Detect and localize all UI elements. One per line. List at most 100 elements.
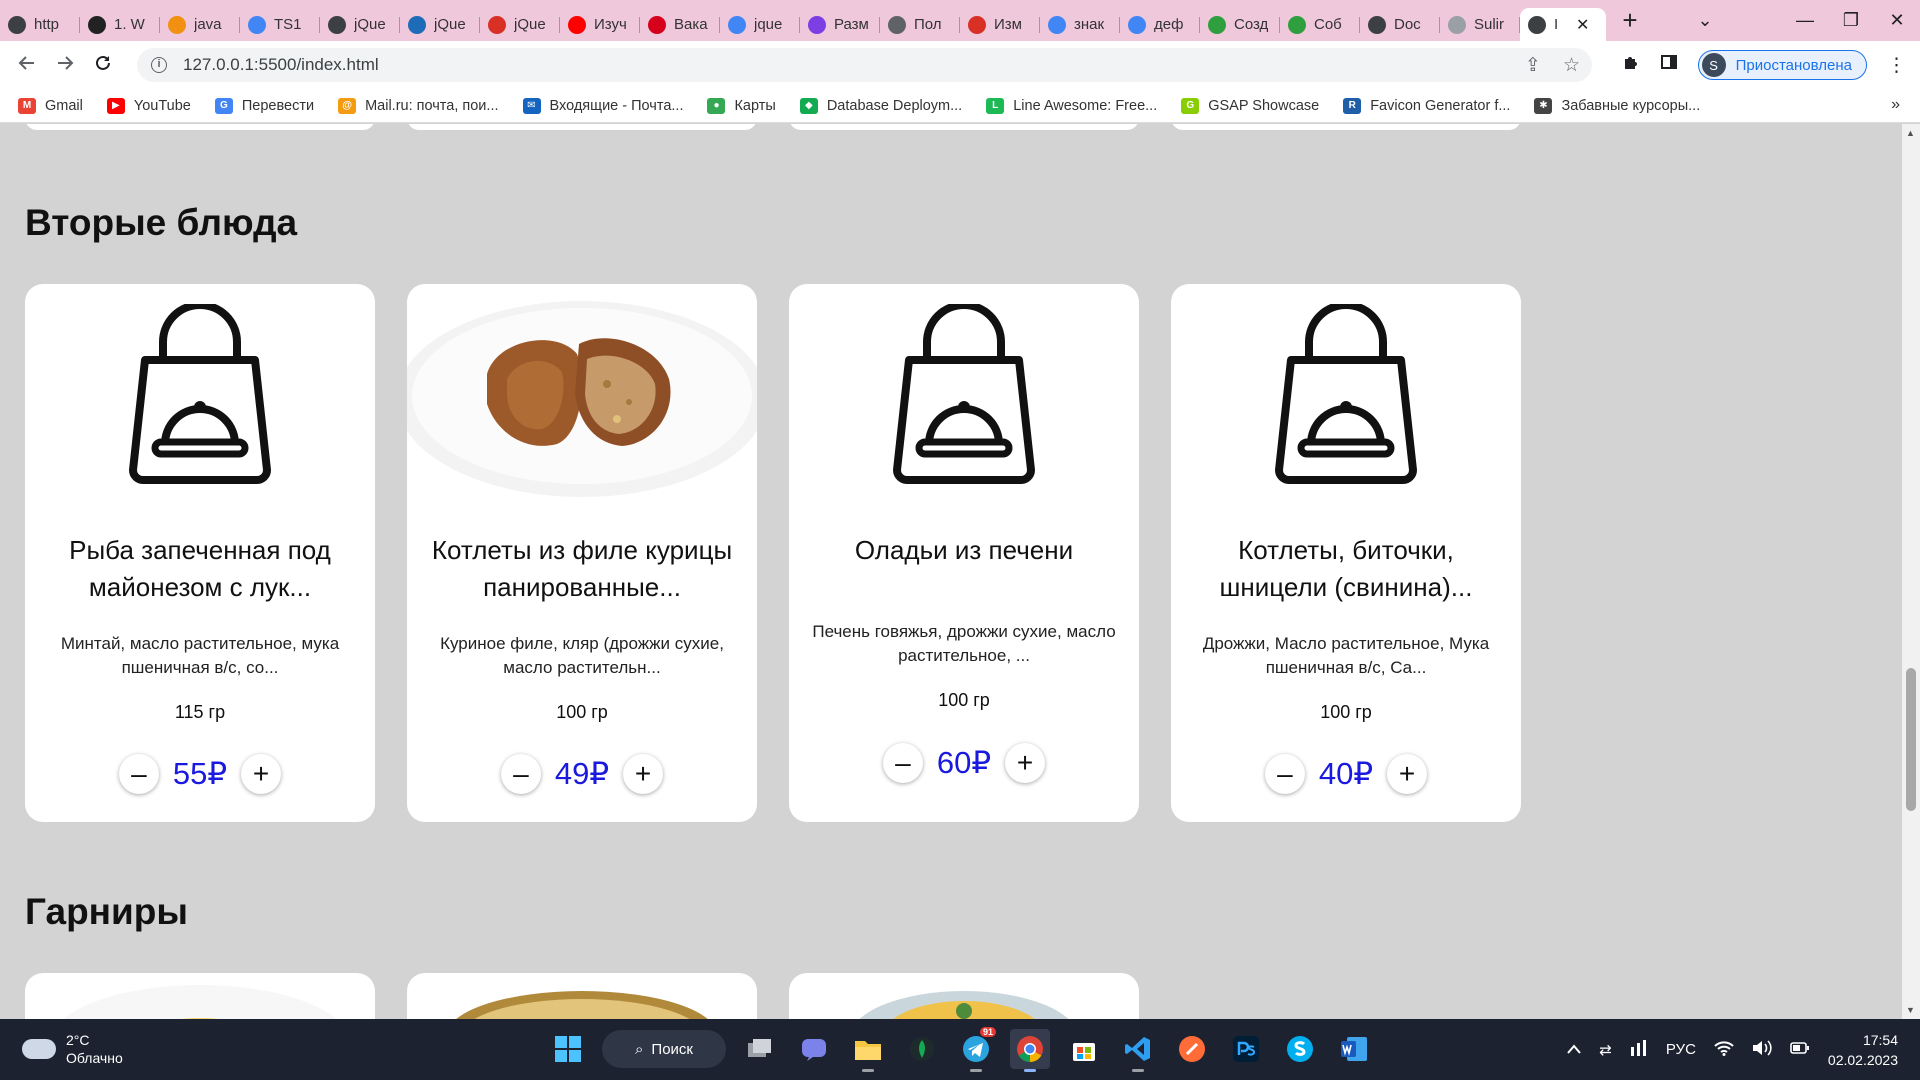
increase-quantity-button[interactable]: + bbox=[623, 754, 664, 794]
show-hidden-icons-chevron-icon[interactable] bbox=[1567, 1041, 1582, 1058]
chrome-app[interactable] bbox=[1010, 1029, 1050, 1072]
inbox-icon: ✉ bbox=[522, 97, 541, 114]
bookmark-item[interactable]: G Перевести bbox=[214, 97, 314, 114]
decrease-quantity-button[interactable]: – bbox=[882, 743, 923, 783]
browser-tab[interactable]: Пол bbox=[880, 8, 960, 41]
profile-button[interactable]: S Приостановлена bbox=[1697, 50, 1867, 80]
wifi-icon[interactable] bbox=[1714, 1040, 1734, 1060]
close-tab-icon[interactable]: ✕ bbox=[1576, 15, 1589, 35]
side-panel-icon[interactable] bbox=[1660, 53, 1678, 77]
vscode-app[interactable] bbox=[1118, 1029, 1158, 1072]
battery-icon[interactable] bbox=[1790, 1041, 1810, 1059]
page-scrollbar[interactable]: ▲ ▼ bbox=[1902, 124, 1920, 1019]
word-app[interactable] bbox=[1334, 1029, 1374, 1069]
address-bar[interactable]: i 127.0.0.1:5500/index.html ⇪ ☆ bbox=[137, 48, 1592, 82]
garnish-card[interactable] bbox=[407, 973, 757, 1019]
browser-tab[interactable]: Изуч bbox=[560, 8, 640, 41]
bookmark-item[interactable]: M Gmail bbox=[18, 97, 83, 114]
task-view-button[interactable] bbox=[740, 1029, 780, 1069]
browser-tab[interactable]: jque bbox=[720, 8, 800, 41]
bookmark-item[interactable]: ● Карты bbox=[707, 97, 776, 114]
bookmark-item[interactable]: ✱ Забавные курсоры... bbox=[1534, 97, 1700, 114]
decrease-quantity-button[interactable]: – bbox=[118, 754, 159, 794]
audio-meter-icon[interactable] bbox=[1630, 1039, 1648, 1060]
skype-app[interactable] bbox=[1280, 1029, 1320, 1069]
browser-tab[interactable]: jQue bbox=[480, 8, 560, 41]
page-content: Вторые блюда Рыба запеченная под майонез… bbox=[0, 124, 1902, 1019]
browser-tab[interactable]: Вака bbox=[640, 8, 720, 41]
telegram-app[interactable]: 91 bbox=[956, 1027, 996, 1072]
bookmark-item[interactable]: G GSAP Showcase bbox=[1181, 97, 1319, 114]
increase-quantity-button[interactable]: + bbox=[241, 754, 282, 794]
scroll-down-arrow[interactable]: ▼ bbox=[1906, 1005, 1915, 1015]
reload-button[interactable] bbox=[84, 52, 122, 78]
share-icon[interactable]: ⇪ bbox=[1525, 54, 1541, 77]
photoshop-app[interactable] bbox=[1226, 1029, 1266, 1069]
browser-tab[interactable]: Doc bbox=[1360, 8, 1440, 41]
microsoft-store-app[interactable] bbox=[1064, 1029, 1104, 1069]
browser-tab[interactable]: Разм bbox=[800, 8, 880, 41]
translate-icon: G bbox=[214, 97, 233, 114]
taskbar-search[interactable]: ⌕ Поиск bbox=[602, 1030, 726, 1068]
browser-tab[interactable]: Изм bbox=[960, 8, 1040, 41]
bookmark-star-icon[interactable]: ☆ bbox=[1563, 54, 1580, 77]
browser-tab[interactable]: java bbox=[160, 8, 240, 41]
bookmark-item[interactable]: ◆ Database Deploym... bbox=[799, 97, 962, 114]
dish-card[interactable]: Оладьи из печени Печень говяжья, дрожжи с… bbox=[789, 284, 1139, 822]
bookmark-item[interactable]: ▶ YouTube bbox=[106, 97, 191, 114]
back-button[interactable] bbox=[8, 52, 46, 78]
site-info-icon[interactable]: i bbox=[151, 57, 167, 73]
bookmark-item[interactable]: ✉ Входящие - Почта... bbox=[522, 97, 683, 114]
browser-tab[interactable]: Созд bbox=[1200, 8, 1280, 41]
url-text[interactable]: 127.0.0.1:5500/index.html bbox=[183, 55, 379, 75]
browser-tab[interactable]: 1. W bbox=[80, 8, 160, 41]
volume-icon[interactable] bbox=[1752, 1039, 1772, 1060]
dish-image bbox=[407, 284, 757, 504]
bookmark-item[interactable]: R Favicon Generator f... bbox=[1343, 97, 1510, 114]
bookmark-item[interactable]: @ Mail.ru: почта, пои... bbox=[338, 97, 499, 114]
restore-button[interactable]: ❐ bbox=[1828, 10, 1874, 31]
dish-card[interactable]: Рыба запеченная под майонезом с лук... Ми… bbox=[25, 284, 375, 822]
file-explorer-app[interactable] bbox=[848, 1029, 888, 1072]
clock[interactable]: 17:54 02.02.2023 bbox=[1828, 1030, 1898, 1070]
bookmarks-overflow-icon[interactable]: » bbox=[1891, 96, 1900, 114]
new-tab-button[interactable]: + bbox=[1612, 3, 1648, 39]
extensions-puzzle-icon[interactable] bbox=[1622, 53, 1640, 77]
bookmark-item[interactable]: L Line Awesome: Free... bbox=[986, 97, 1157, 114]
input-language[interactable]: РУС bbox=[1666, 1041, 1696, 1058]
browser-tab[interactable]: знак bbox=[1040, 8, 1120, 41]
browser-tab[interactable]: Sulir bbox=[1440, 8, 1520, 41]
network-transfer-icon[interactable]: ⇄ bbox=[1599, 1041, 1612, 1059]
dish-card[interactable]: Котлеты, биточки, шницели (свинина)... Др… bbox=[1171, 284, 1521, 822]
browser-tab[interactable]: jQue bbox=[320, 8, 400, 41]
garnish-card[interactable] bbox=[25, 973, 375, 1019]
close-window-button[interactable]: ✕ bbox=[1874, 10, 1920, 31]
increase-quantity-button[interactable]: + bbox=[1005, 743, 1046, 783]
scrollbar-thumb[interactable] bbox=[1906, 668, 1916, 811]
tab-active[interactable]: I ✕ bbox=[1520, 8, 1606, 41]
start-button[interactable] bbox=[548, 1029, 588, 1069]
mongodb-compass-app[interactable] bbox=[902, 1029, 942, 1069]
dish-image bbox=[25, 284, 375, 504]
kebab-menu-icon[interactable]: ⋮ bbox=[1887, 54, 1906, 77]
garnish-card[interactable] bbox=[789, 973, 1139, 1019]
forward-button[interactable] bbox=[46, 52, 84, 78]
weather-widget[interactable]: 2°C Облачно bbox=[22, 1031, 123, 1067]
scroll-up-arrow[interactable]: ▲ bbox=[1906, 128, 1915, 138]
decrease-quantity-button[interactable]: – bbox=[500, 754, 541, 794]
tab-title: Созд bbox=[1234, 16, 1269, 33]
card-bottom bbox=[407, 124, 757, 130]
teams-app[interactable] bbox=[794, 1029, 834, 1069]
dish-card[interactable]: Котлеты из филе курицы панированные... Ку… bbox=[407, 284, 757, 822]
browser-tab[interactable]: TS1 bbox=[240, 8, 320, 41]
minimize-button[interactable]: — bbox=[1782, 10, 1828, 31]
tab-search-button[interactable]: ⌄ bbox=[1682, 10, 1728, 31]
decrease-quantity-button[interactable]: – bbox=[1264, 754, 1305, 794]
tab-title: Изуч bbox=[594, 16, 627, 33]
browser-tab[interactable]: jQue bbox=[400, 8, 480, 41]
browser-tab[interactable]: деф bbox=[1120, 8, 1200, 41]
browser-tab[interactable]: Соб bbox=[1280, 8, 1360, 41]
browser-tab[interactable]: http bbox=[0, 8, 80, 41]
postman-app[interactable] bbox=[1172, 1029, 1212, 1069]
increase-quantity-button[interactable]: + bbox=[1387, 754, 1428, 794]
